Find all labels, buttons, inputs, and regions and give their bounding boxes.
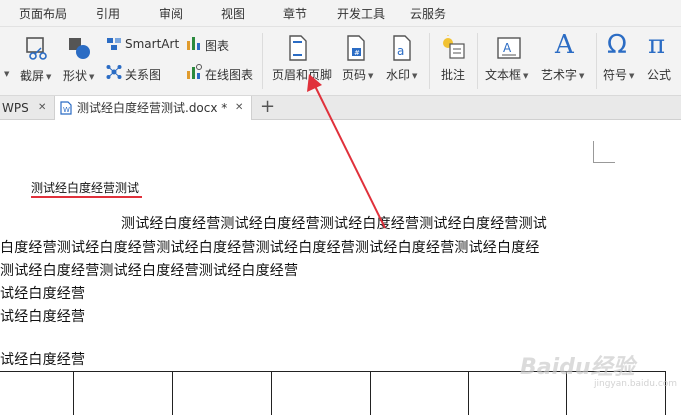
relation-graph-label: 关系图 bbox=[125, 68, 162, 82]
shape-icon bbox=[69, 38, 90, 59]
body-line-5[interactable]: 试经白度经营 bbox=[0, 306, 85, 326]
comment-icon bbox=[443, 35, 465, 59]
table-column-border bbox=[73, 371, 74, 415]
tab-page-layout[interactable]: 页面布局 bbox=[19, 5, 67, 22]
ribbon-separator bbox=[596, 33, 597, 89]
table-column-border bbox=[271, 371, 272, 415]
table-column-border bbox=[370, 371, 371, 415]
header-footer-icon bbox=[289, 35, 307, 61]
watermark-label: 水印 bbox=[386, 68, 411, 82]
svg-text:A: A bbox=[503, 41, 512, 55]
svg-text:W: W bbox=[63, 106, 70, 114]
textbox-label: 文本框 bbox=[485, 68, 522, 82]
online-chart-icon bbox=[187, 64, 202, 79]
smartart-icon bbox=[107, 38, 121, 50]
body-line-3[interactable]: 测试经白度经营测试经白度经营测试经白度经营 bbox=[0, 260, 298, 280]
body-line-2[interactable]: 白度经营测试经白度经营测试经白度经营测试经白度经营测试经白度经营测试经白度经 bbox=[0, 237, 540, 257]
baidu-watermark: Baidu经验 bbox=[520, 355, 635, 380]
page-number-label: 页码 bbox=[342, 68, 367, 82]
menu-bar: 页面布局 引用 审阅 视图 章节 开发工具 云服务 bbox=[0, 0, 681, 27]
wps-tab-label: WPS bbox=[2, 101, 29, 115]
ribbon-separator bbox=[429, 33, 430, 89]
table-column-border bbox=[665, 371, 666, 415]
document-page[interactable]: 测试经白度经营测试 测试经白度经营测试经白度经营测试经白度经营测试经白度经营测试… bbox=[0, 121, 681, 415]
page-header-text[interactable]: 测试经白度经营测试 bbox=[31, 179, 139, 196]
tab-view[interactable]: 视图 bbox=[221, 5, 245, 22]
ribbon-separator bbox=[262, 33, 263, 89]
close-icon[interactable]: ✕ bbox=[38, 96, 46, 120]
shape-label: 形状 bbox=[63, 69, 88, 83]
body-line-4[interactable]: 试经白度经营 bbox=[0, 283, 85, 303]
partial-dropdown-caret[interactable]: ▼ bbox=[2, 66, 9, 80]
page-number-icon: # bbox=[347, 35, 365, 61]
symbol-label: 符号 bbox=[603, 68, 628, 82]
screenshot-icon bbox=[26, 37, 47, 60]
ribbon-separator bbox=[477, 33, 478, 89]
body-line-6[interactable]: 试经白度经营 bbox=[0, 349, 85, 369]
svg-text:#: # bbox=[354, 49, 360, 57]
tab-section[interactable]: 章节 bbox=[283, 5, 307, 22]
wordart-label: 艺术字 bbox=[541, 68, 578, 82]
ribbon-toolbar: ▼ 截屏 ▼ 形状 ▼ SmartArt 图表 关系图 在线图表 页眉和页脚 #… bbox=[0, 27, 681, 96]
header-footer-label: 页眉和页脚 bbox=[272, 68, 333, 82]
new-tab-button[interactable]: + bbox=[260, 96, 275, 120]
document-tab-bar: WPS ✕ W 测试经白度经营测试.docx * ✕ + bbox=[0, 96, 681, 120]
formula-label: 公式 bbox=[647, 68, 672, 82]
document-icon: W bbox=[60, 101, 72, 115]
omega-icon: Ω bbox=[607, 30, 627, 60]
tab-review[interactable]: 审阅 bbox=[159, 5, 183, 22]
tab-document[interactable]: W 测试经白度经营测试.docx * ✕ bbox=[54, 96, 252, 120]
chart-label: 图表 bbox=[205, 39, 230, 53]
header-red-underline bbox=[31, 196, 142, 198]
body-line-1[interactable]: 测试经白度经营测试经白度经营测试经白度经营测试经白度经营测试 bbox=[121, 213, 547, 233]
pi-icon: π bbox=[648, 30, 666, 60]
table-column-border bbox=[172, 371, 173, 415]
close-icon[interactable]: ✕ bbox=[235, 96, 243, 120]
screenshot-label: 截屏 bbox=[20, 69, 45, 83]
margin-corner-mark bbox=[593, 141, 615, 163]
table-column-border bbox=[468, 371, 469, 415]
baidu-watermark-url: jingyan.baidu.com bbox=[594, 379, 678, 389]
wordart-icon: A bbox=[555, 30, 574, 60]
chart-icon bbox=[187, 37, 200, 50]
smartart-label: SmartArt bbox=[125, 37, 180, 51]
tab-cloud-service[interactable]: 云服务 bbox=[410, 5, 446, 22]
comment-label: 批注 bbox=[441, 68, 466, 82]
relation-graph-icon bbox=[106, 65, 122, 79]
document-tab-label: 测试经白度经营测试.docx * bbox=[77, 101, 228, 115]
textbox-icon: A bbox=[497, 37, 521, 59]
online-chart-label: 在线图表 bbox=[205, 68, 254, 82]
svg-text:a: a bbox=[397, 44, 404, 58]
tab-references[interactable]: 引用 bbox=[96, 5, 120, 22]
tab-developer[interactable]: 开发工具 bbox=[337, 5, 385, 22]
watermark-icon: a bbox=[393, 35, 411, 61]
